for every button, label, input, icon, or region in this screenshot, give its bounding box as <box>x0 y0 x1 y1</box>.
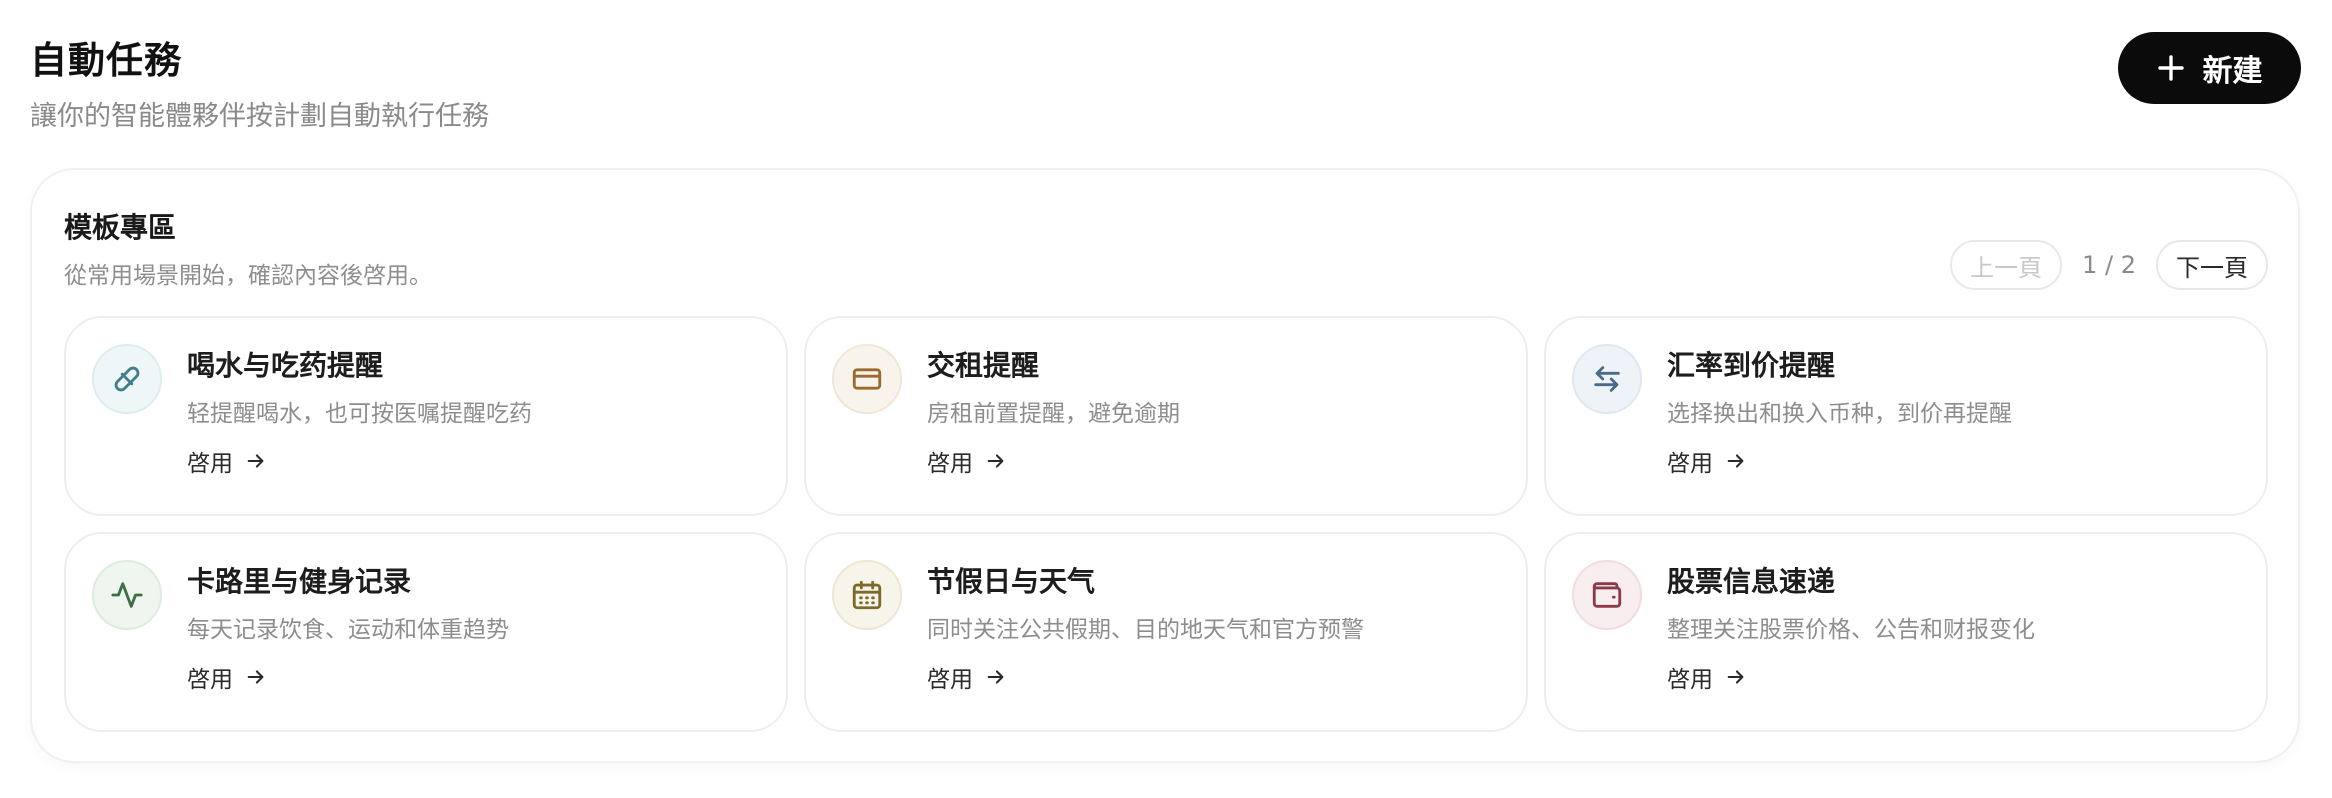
card-title: 节假日与天气 <box>927 565 1096 598</box>
templates-subtitle: 從常用場景開始，確認內容後啓用。 <box>64 263 432 289</box>
card-description: 同时关注公共假期、目的地天气和官方预警 <box>927 617 1364 643</box>
next-page-button[interactable]: 下一頁 <box>2156 240 2268 290</box>
enable-button[interactable]: 啓用 <box>927 660 1007 694</box>
calendar-icon <box>832 560 902 630</box>
enable-label: 啓用 <box>927 667 973 693</box>
template-card[interactable]: 股票信息速递 整理关注股票价格、公告和财报变化 啓用 <box>1544 532 2268 732</box>
exchange-icon <box>1572 344 1642 414</box>
template-card[interactable]: 喝水与吃药提醒 轻提醒喝水，也可按医嘱提醒吃药 啓用 <box>64 316 788 516</box>
template-card[interactable]: 节假日与天气 同时关注公共假期、目的地天气和官方预警 啓用 <box>804 532 1528 732</box>
arrow-right-icon <box>987 454 1004 468</box>
arrow-right-icon <box>987 670 1004 684</box>
prev-page-button[interactable]: 上一頁 <box>1950 240 2063 290</box>
card-title: 卡路里与健身记录 <box>187 565 412 598</box>
enable-button[interactable]: 啓用 <box>1667 444 1747 478</box>
card-icon <box>832 344 902 414</box>
templates-title: 模板專區 <box>64 211 177 244</box>
card-description: 轻提醒喝水，也可按医嘱提醒吃药 <box>187 401 532 427</box>
card-description: 每天记录饮食、运动和体重趋势 <box>187 617 509 643</box>
card-title: 喝水与吃药提醒 <box>187 349 384 382</box>
plus-icon <box>2157 55 2184 81</box>
card-description: 整理关注股票价格、公告和财报变化 <box>1667 617 2035 643</box>
new-button-label: 新建 <box>2202 54 2263 89</box>
arrow-right-icon <box>247 454 264 468</box>
arrow-right-icon <box>1727 454 1744 468</box>
arrow-right-icon <box>1727 670 1744 684</box>
activity-icon <box>92 560 162 630</box>
enable-label: 啓用 <box>1667 451 1713 477</box>
template-card[interactable]: 汇率到价提醒 选择换出和换入币种，到价再提醒 啓用 <box>1544 316 2268 516</box>
card-title: 交租提醒 <box>927 349 1040 382</box>
pagination: 上一頁 1 / 2 下一頁 <box>1950 240 2268 290</box>
enable-label: 啓用 <box>187 667 233 693</box>
enable-button[interactable]: 啓用 <box>187 444 267 478</box>
enable-label: 啓用 <box>927 451 973 477</box>
template-card[interactable]: 卡路里与健身记录 每天记录饮食、运动和体重趋势 啓用 <box>64 532 788 732</box>
templates-panel: 模板專區 從常用場景開始，確認內容後啓用。 上一頁 1 / 2 下一頁 喝水与吃… <box>30 168 2300 763</box>
enable-button[interactable]: 啓用 <box>927 444 1007 478</box>
arrow-right-icon <box>247 670 264 684</box>
template-cards: 喝水与吃药提醒 轻提醒喝水，也可按医嘱提醒吃药 啓用 交租提醒 房租前置提醒，避… <box>64 316 2268 732</box>
card-description: 选择换出和换入币种，到价再提醒 <box>1667 401 2012 427</box>
new-button[interactable]: 新建 <box>2118 32 2301 104</box>
page-indicator: 1 / 2 <box>2082 251 2136 279</box>
page-title: 自動任務 <box>30 39 182 82</box>
enable-button[interactable]: 啓用 <box>1667 660 1747 694</box>
enable-label: 啓用 <box>187 451 233 477</box>
template-card[interactable]: 交租提醒 房租前置提醒，避免逾期 啓用 <box>804 316 1528 516</box>
wallet-icon <box>1572 560 1642 630</box>
pill-icon <box>92 344 162 414</box>
enable-label: 啓用 <box>1667 667 1713 693</box>
card-title: 股票信息速递 <box>1667 565 1836 598</box>
enable-button[interactable]: 啓用 <box>187 660 267 694</box>
card-title: 汇率到价提醒 <box>1667 349 1836 382</box>
card-description: 房租前置提醒，避免逾期 <box>927 401 1180 427</box>
page-subtitle: 讓你的智能體夥伴按計劃自動執行任務 <box>30 101 489 132</box>
